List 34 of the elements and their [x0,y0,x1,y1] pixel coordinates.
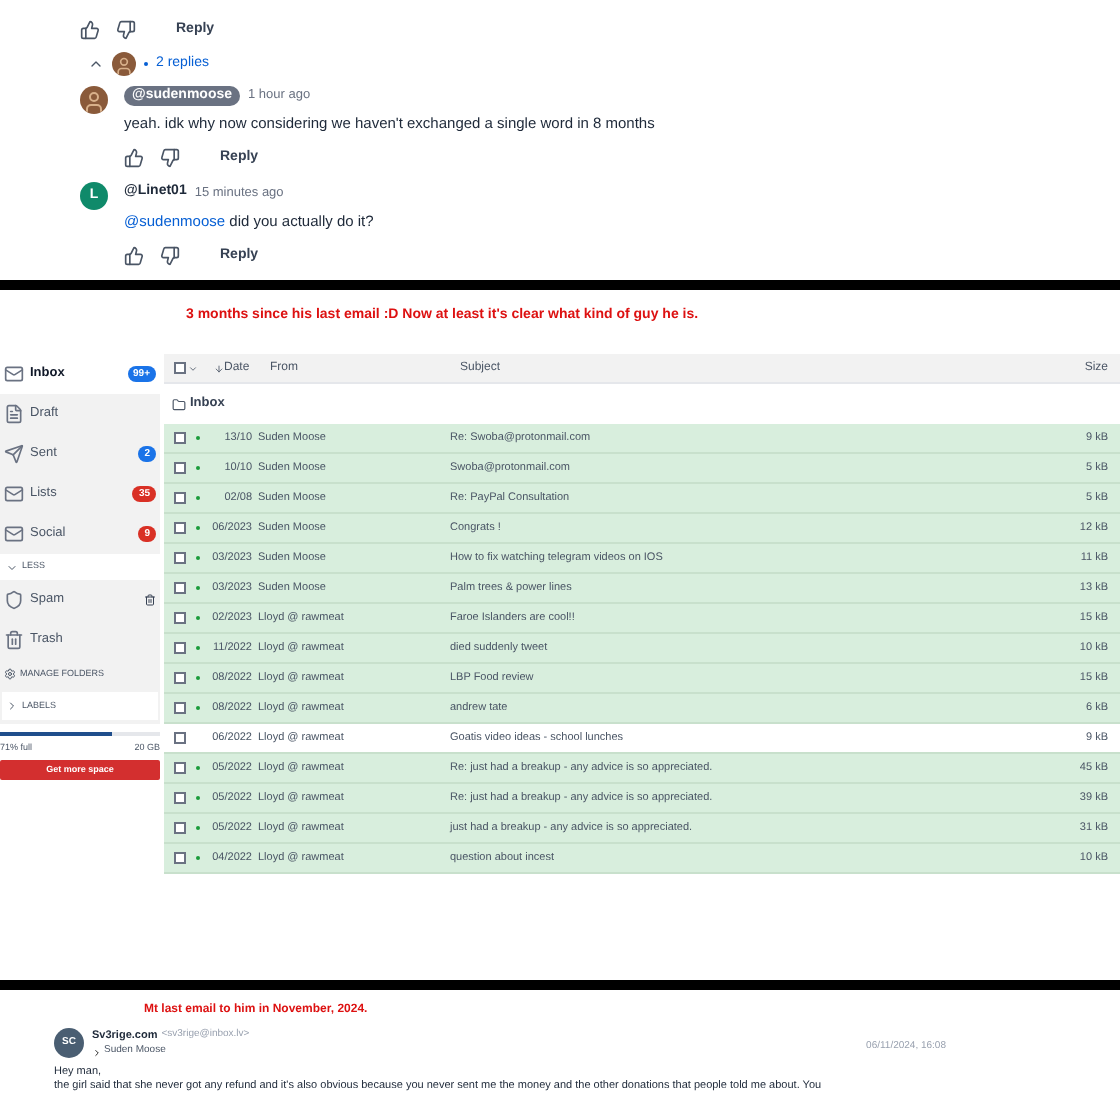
checkbox[interactable] [174,762,186,774]
collapse-icon[interactable] [88,56,104,72]
checkbox[interactable] [174,582,186,594]
avatar [80,86,108,114]
checkbox[interactable] [174,792,186,804]
checkbox[interactable] [174,672,186,684]
checkbox[interactable] [174,462,186,474]
checkbox[interactable] [174,492,186,504]
checkbox[interactable] [174,642,186,654]
checkbox[interactable] [174,732,186,744]
checkbox[interactable] [174,362,186,374]
empty-spam-icon[interactable] [144,594,156,606]
trash-icon [4,630,24,650]
chevron-icon [6,561,18,573]
checkbox[interactable] [174,612,186,624]
checkbox[interactable] [174,552,186,564]
like-icon[interactable] [124,148,144,169]
shield-icon [4,590,24,610]
chevron-icon[interactable] [92,1047,102,1057]
checkbox[interactable] [174,702,186,714]
checkbox[interactable] [174,852,186,864]
caret-icon[interactable] [188,363,198,373]
dislike-icon[interactable] [160,246,180,266]
dislike-icon[interactable] [116,20,136,40]
checkbox[interactable] [174,432,186,444]
like-icon[interactable] [80,20,100,40]
checkbox[interactable] [174,522,186,534]
settings-icon [4,668,16,680]
like-icon[interactable] [124,246,144,266]
checkbox[interactable] [174,822,186,834]
sort-icon[interactable] [214,363,224,373]
dislike-icon[interactable] [160,148,180,169]
chevron-icon [6,700,18,712]
avatar [112,52,136,76]
